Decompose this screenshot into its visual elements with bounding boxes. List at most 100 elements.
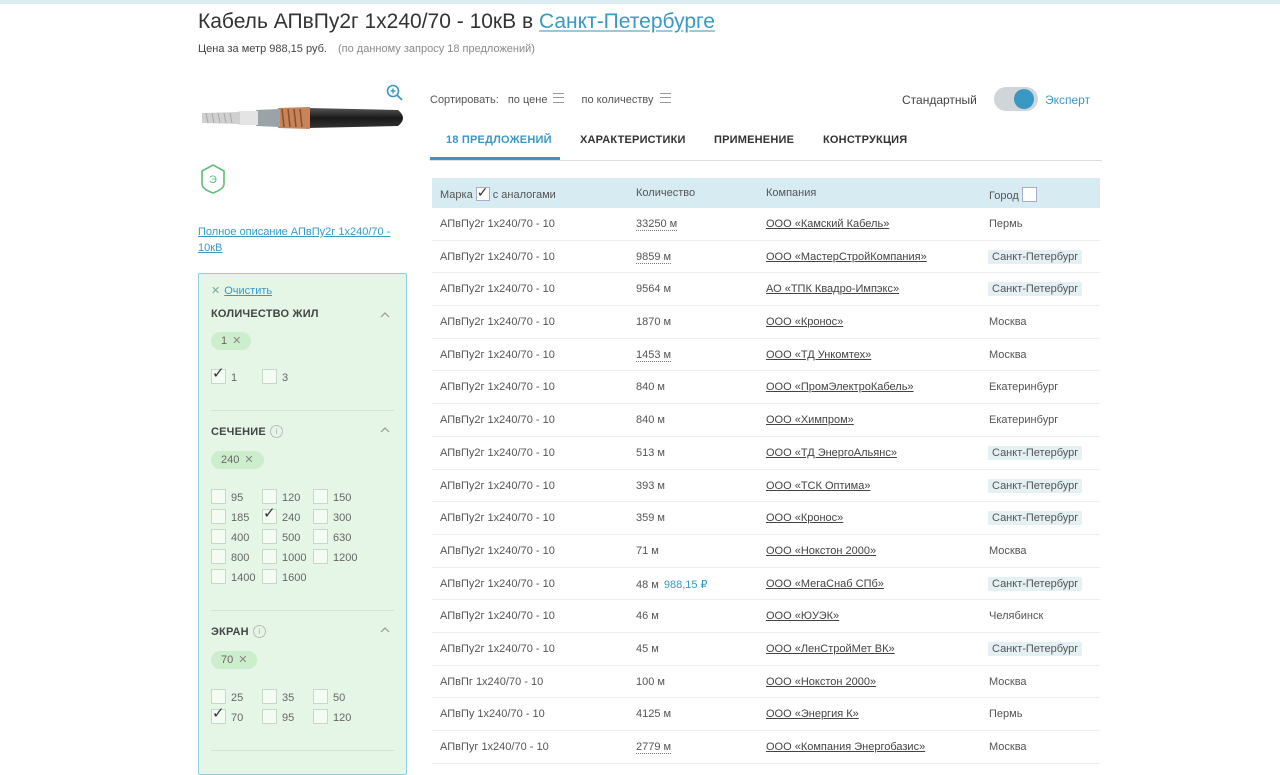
- checkbox-section-1200[interactable]: 1200: [313, 549, 357, 564]
- mode-standard-label[interactable]: Стандартный: [902, 93, 977, 107]
- analogs-label[interactable]: с аналогами: [493, 189, 556, 201]
- company-link[interactable]: ООО «ПромЭлектроКабель»: [766, 381, 914, 393]
- checkbox-screen-25[interactable]: 25: [211, 689, 243, 704]
- table-row[interactable]: АПвПу2г 1х240/70 - 10 1870 м ООО «Кронос» М…: [432, 306, 1100, 339]
- table-row[interactable]: АПвПу2г 1х240/70 - 10 359 м ООО «Кронос» Са…: [432, 502, 1100, 535]
- mode-toggle[interactable]: [994, 87, 1038, 111]
- table-row[interactable]: АПвПу2г 1х240/70 - 10 840 м ООО «ПромЭлект…: [432, 371, 1100, 405]
- checkbox[interactable]: [262, 549, 277, 564]
- checkbox-screen-70[interactable]: 70: [211, 707, 243, 724]
- checkbox[interactable]: [211, 489, 226, 504]
- chevron-up-icon[interactable]: [380, 425, 390, 435]
- checkbox[interactable]: [211, 549, 226, 564]
- company-link[interactable]: ООО «Энергия К»: [766, 708, 859, 720]
- remove-chip-icon[interactable]: ✕: [238, 654, 247, 666]
- checkbox[interactable]: [313, 709, 328, 724]
- table-row[interactable]: АПвПу2г 1х240/70 - 10 1453 м ООО «ТД Унком…: [432, 339, 1100, 372]
- table-row[interactable]: АПвПу2г 1х240/70 - 10 9564 м АО «ТПК Квадр…: [432, 273, 1100, 307]
- company-link[interactable]: АО «ТПК Квадро-Импэкс»: [766, 283, 899, 295]
- checkbox[interactable]: [262, 507, 277, 524]
- checkbox[interactable]: [262, 569, 277, 584]
- checkbox[interactable]: [313, 689, 328, 704]
- filter-title-cores[interactable]: КОЛИЧЕСТВО ЖИЛ: [211, 308, 319, 320]
- checkbox-section-1000[interactable]: 1000: [262, 549, 306, 564]
- checkbox[interactable]: [211, 569, 226, 584]
- cable-product-image[interactable]: [198, 80, 408, 150]
- clear-filters-button[interactable]: ✕ Очистить: [211, 284, 272, 297]
- checkbox-section-500[interactable]: 500: [262, 529, 300, 544]
- table-row[interactable]: АПвПг 1х240/70 - 10 100 м ООО «Нокстон 200…: [432, 666, 1100, 699]
- checkbox-screen-50[interactable]: 50: [313, 689, 345, 704]
- company-link[interactable]: ООО «МастерСтройКомпания»: [766, 251, 927, 263]
- info-icon[interactable]: i: [269, 425, 283, 438]
- checkbox[interactable]: [313, 489, 328, 504]
- sort-by-price[interactable]: по цене: [508, 93, 565, 106]
- checkbox-screen-120[interactable]: 120: [313, 709, 351, 724]
- checkbox-section-120[interactable]: 120: [262, 489, 300, 504]
- table-row[interactable]: АПвПу2г 1х240/70 - 10 393 м ООО «ТСК Оптим…: [432, 470, 1100, 503]
- checkbox[interactable]: [313, 509, 328, 524]
- company-link[interactable]: ООО «Кронос»: [766, 512, 843, 524]
- city-filter-checkbox[interactable]: [1021, 187, 1037, 202]
- filter-title-section[interactable]: СЕЧЕНИЕ i: [211, 425, 283, 438]
- checkbox-cores-3[interactable]: 3: [262, 369, 288, 384]
- checkbox-cores-1[interactable]: 1: [211, 367, 237, 384]
- cell-quantity[interactable]: 2779 м: [636, 741, 672, 754]
- checkbox-section-630[interactable]: 630: [313, 529, 351, 544]
- checkbox[interactable]: [211, 689, 226, 704]
- remove-chip-icon[interactable]: ✕: [232, 335, 241, 347]
- table-row[interactable]: АПвПу2г 1х240/70 - 10 46 м ООО «ЮУЭК» Челяб…: [432, 600, 1100, 633]
- company-link[interactable]: ООО «Нокстон 2000»: [766, 676, 876, 688]
- checkbox-section-800[interactable]: 800: [211, 549, 249, 564]
- company-link[interactable]: ООО «Химпром»: [766, 414, 854, 426]
- company-link[interactable]: ООО «Кронос»: [766, 316, 843, 328]
- sort-by-quantity[interactable]: по количеству: [582, 93, 671, 106]
- checkbox[interactable]: [262, 489, 277, 504]
- zoom-icon[interactable]: [386, 84, 404, 102]
- checkbox-section-300[interactable]: 300: [313, 509, 351, 524]
- tab-application[interactable]: ПРИМЕНЕНИЕ: [714, 134, 794, 146]
- analogs-checkbox[interactable]: [475, 184, 490, 201]
- checkbox-section-95[interactable]: 95: [211, 489, 243, 504]
- checkbox-section-400[interactable]: 400: [211, 529, 249, 544]
- table-row[interactable]: АПвПу2г 1х240/70 - 10 45 м ООО «ЛенСтройМе…: [432, 633, 1100, 666]
- filter-title-screen[interactable]: ЭКРАН i: [211, 625, 266, 638]
- tab-construction[interactable]: КОНСТРУКЦИЯ: [823, 134, 907, 146]
- checkbox[interactable]: [313, 529, 328, 544]
- checkbox[interactable]: [313, 549, 328, 564]
- active-filter-chip-cores[interactable]: 1 ✕: [211, 332, 252, 350]
- city-link[interactable]: Санкт-Петербурге: [539, 10, 715, 33]
- info-icon[interactable]: i: [252, 625, 266, 638]
- table-row[interactable]: АПвПу 1х240/70 - 10 4125 м ООО «Энергия К»…: [432, 698, 1100, 731]
- active-filter-chip-screen[interactable]: 70 ✕: [211, 651, 258, 669]
- checkbox-section-1600[interactable]: 1600: [262, 569, 306, 584]
- checkbox-screen-35[interactable]: 35: [262, 689, 294, 704]
- full-description-link[interactable]: Полное описание АПвПу2г 1x240/70 - 10кВ: [198, 224, 408, 256]
- table-row[interactable]: АПвПу2г 1х240/70 - 10 33250 м ООО «Камский…: [432, 208, 1100, 241]
- tab-characteristics[interactable]: ХАРАКТЕРИСТИКИ: [580, 134, 686, 146]
- checkbox[interactable]: [211, 509, 226, 524]
- company-link[interactable]: ООО «ТСК Оптима»: [766, 480, 870, 492]
- table-row[interactable]: АПвПу2г 1х240/70 - 10 840 м ООО «Химпром» Е…: [432, 404, 1100, 437]
- company-link[interactable]: ООО «ЮУЭК»: [766, 610, 839, 622]
- checkbox[interactable]: [211, 529, 226, 544]
- table-row[interactable]: АПвПу2г 1х240/70 - 10 71 м ООО «Нокстон 20…: [432, 535, 1100, 568]
- table-row[interactable]: АПвПу2г 1х240/70 - 10 48 м 988,15 ₽ ООО «Ме…: [432, 568, 1100, 601]
- chevron-up-icon[interactable]: [380, 625, 390, 635]
- company-link[interactable]: ООО «ТД Ункомтех»: [766, 349, 871, 361]
- cell-quantity[interactable]: 33250 м: [636, 218, 678, 231]
- checkbox[interactable]: [262, 709, 277, 724]
- checkbox-section-240[interactable]: 240: [262, 507, 300, 524]
- checkbox-section-150[interactable]: 150: [313, 489, 351, 504]
- company-link[interactable]: ООО «МегаСнаб СПб»: [766, 578, 884, 590]
- checkbox-section-185[interactable]: 185: [211, 509, 249, 524]
- table-row[interactable]: АПвПуг 1х240/70 - 10 2779 м ООО «Компания …: [432, 731, 1100, 764]
- checkbox-section-1400[interactable]: 1400: [211, 569, 255, 584]
- company-link[interactable]: ООО «Компания Энергобазис»: [766, 741, 925, 753]
- company-link[interactable]: ООО «ЛенСтройМет ВК»: [766, 643, 895, 655]
- checkbox[interactable]: [262, 689, 277, 704]
- company-link[interactable]: ООО «ТД ЭнергоАльянс»: [766, 447, 897, 459]
- remove-chip-icon[interactable]: ✕: [244, 454, 253, 466]
- cell-quantity[interactable]: 9859 м: [636, 250, 672, 264]
- checkbox-screen-95[interactable]: 95: [262, 709, 294, 724]
